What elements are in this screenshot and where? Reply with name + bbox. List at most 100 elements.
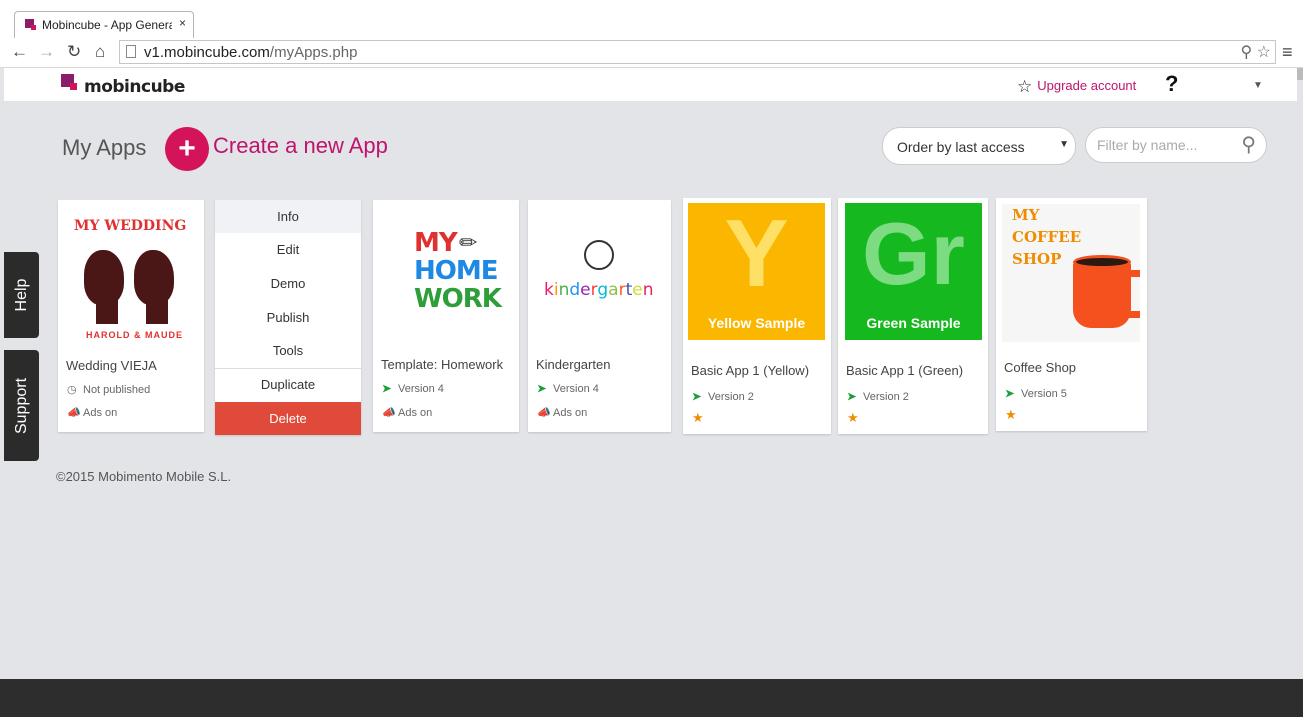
app-card-kindergarten[interactable]: kindergarten Kindergarten ➤ Version 4 📣 Ad… xyxy=(528,200,671,432)
zoom-icon[interactable]: ⚲ xyxy=(1240,44,1252,61)
favicon-icon xyxy=(25,19,36,30)
thumb-line3: WORK xyxy=(414,284,502,314)
app-thumbnail: Gr Green Sample xyxy=(845,203,982,340)
browser-tabbar: Mobincube - App Generat × xyxy=(0,0,1303,38)
mug-rim xyxy=(1073,255,1131,269)
mug-handle xyxy=(1124,270,1140,318)
version-text: Version 4 xyxy=(553,383,599,395)
menu-info[interactable]: Info xyxy=(215,200,361,233)
copyright-text: ©2015 Mobimento Mobile S.L. xyxy=(56,469,232,484)
app-thumbnail: MY COFFEE SHOP xyxy=(1002,204,1140,342)
mobincube-logo-icon[interactable] xyxy=(61,74,77,90)
app-name: Kindergarten xyxy=(536,357,611,372)
menu-publish[interactable]: Publish xyxy=(215,301,361,334)
ads-text: Ads on xyxy=(398,407,433,419)
app-card-green[interactable]: Gr Green Sample Basic App 1 (Green) ➤ Ver… xyxy=(838,198,988,434)
upgrade-account-link[interactable]: ☆ Upgrade account xyxy=(1017,77,1136,97)
support-tab-label: Support xyxy=(12,377,30,434)
help-side-tab[interactable]: Help xyxy=(4,252,39,338)
featured-star-icon: ★ xyxy=(847,410,859,425)
app-header: mobincube ☆ Upgrade account ? ▼ xyxy=(4,68,1297,101)
scrollbar-thumb[interactable] xyxy=(1297,68,1303,80)
page-icon xyxy=(126,45,136,58)
megaphone-icon: 📣 xyxy=(382,407,396,419)
support-side-tab[interactable]: Support xyxy=(4,350,39,461)
forward-arrow-icon[interactable]: → xyxy=(38,42,55,62)
app-thumbnail: MY HOME WORK ✏ xyxy=(377,204,515,344)
menu-edit[interactable]: Edit xyxy=(215,233,361,266)
star-outline-icon: ☆ xyxy=(1017,77,1033,96)
thumb-title: MY WEDDING xyxy=(74,218,187,234)
rocket-icon: ➤ xyxy=(692,391,702,403)
status-text: Not published xyxy=(83,384,151,396)
ads-status: 📣 Ads on xyxy=(537,406,587,419)
rocket-icon: ➤ xyxy=(537,383,547,395)
version-status: ➤ Version 2 xyxy=(692,390,754,403)
rocket-icon: ➤ xyxy=(847,391,857,403)
url-text[interactable]: v1.mobincube.com/myApps.php xyxy=(144,44,357,61)
back-arrow-icon[interactable]: ← xyxy=(11,42,28,62)
thumb-text: kindergarten xyxy=(544,280,654,300)
version-text: Version 5 xyxy=(1021,388,1067,400)
thumb-line1: MY xyxy=(1012,206,1040,224)
version-status: ➤ Version 2 xyxy=(847,390,909,403)
app-thumbnail: kindergarten xyxy=(528,204,671,344)
version-text: Version 2 xyxy=(863,391,909,403)
order-select[interactable]: Order by last access ▼ xyxy=(882,127,1076,165)
menu-tools[interactable]: Tools xyxy=(215,334,361,367)
help-question-button[interactable]: ? xyxy=(1165,71,1178,97)
home-icon[interactable]: ⌂ xyxy=(95,42,105,62)
pencil-icon: ✏ xyxy=(459,230,478,255)
filter-field[interactable]: ⚲ xyxy=(1085,127,1267,163)
thumb-line2: HOME xyxy=(414,256,498,286)
app-name: Basic App 1 (Green) xyxy=(846,363,964,378)
create-app-link[interactable]: Create a new App xyxy=(213,133,388,159)
app-name: Basic App 1 (Yellow) xyxy=(691,363,810,378)
app-name: Wedding VIEJA xyxy=(66,358,157,373)
menu-demo[interactable]: Demo xyxy=(215,267,361,300)
clock-icon: ◷ xyxy=(67,384,77,396)
featured-star-icon: ★ xyxy=(692,410,704,425)
app-card-wedding[interactable]: MY WEDDING HAROLD & MAUDE Wedding VIEJA … xyxy=(58,200,204,432)
address-bar[interactable]: v1.mobincube.com/myApps.php ⚲ ☆ xyxy=(119,40,1276,64)
thumb-subtitle: HAROLD & MAUDE xyxy=(86,330,183,340)
browser-menu-icon[interactable]: ≡ xyxy=(1282,42,1293,63)
menu-delete[interactable]: Delete xyxy=(215,402,361,435)
megaphone-icon: 📣 xyxy=(67,407,81,419)
featured-star-icon: ★ xyxy=(1005,407,1017,422)
app-card-coffee[interactable]: MY COFFEE SHOP Coffee Shop ➤ Version 5 ★ xyxy=(996,198,1147,431)
thumb-label: Green Sample xyxy=(866,315,961,331)
browser-tab[interactable]: Mobincube - App Generat × xyxy=(14,11,194,38)
dropdown-arrow-icon: ▼ xyxy=(1059,139,1069,150)
version-status: ➤ Version 5 xyxy=(1005,387,1067,400)
silhouette-left-neck xyxy=(96,296,118,324)
thumb-line1: MY xyxy=(414,228,458,258)
account-dropdown-caret-icon[interactable]: ▼ xyxy=(1253,80,1263,91)
bookmark-star-icon[interactable]: ☆ xyxy=(1257,44,1271,61)
reload-icon[interactable]: ↻ xyxy=(67,42,81,62)
rocket-icon: ➤ xyxy=(382,383,392,395)
filter-input[interactable] xyxy=(1095,136,1234,154)
logo-text[interactable]: mobincube xyxy=(84,77,185,97)
app-card-homework[interactable]: MY HOME WORK ✏ Template: Homework ➤ Versi… xyxy=(373,200,519,432)
version-text: Version 2 xyxy=(708,391,754,403)
ads-status: 📣 Ads on xyxy=(67,406,117,419)
smiley-face-icon xyxy=(584,240,614,270)
search-icon[interactable]: ⚲ xyxy=(1241,132,1256,157)
bottom-bar xyxy=(0,679,1303,717)
rocket-icon: ➤ xyxy=(1005,388,1015,400)
upgrade-label: Upgrade account xyxy=(1037,78,1137,93)
app-name: Coffee Shop xyxy=(1004,360,1077,375)
create-app-plus-button[interactable]: + xyxy=(165,127,209,171)
tab-close-button[interactable]: × xyxy=(179,16,186,30)
version-text: Version 4 xyxy=(398,383,444,395)
thumb-line2: COFFEE xyxy=(1012,228,1082,246)
app-card-yellow[interactable]: Y Yellow Sample Basic App 1 (Yellow) ➤ Ve… xyxy=(683,198,831,434)
ads-status: 📣 Ads on xyxy=(382,406,432,419)
version-status: ➤ Version 4 xyxy=(382,382,444,395)
menu-duplicate[interactable]: Duplicate xyxy=(215,368,361,401)
app-thumbnail: MY WEDDING HAROLD & MAUDE xyxy=(62,204,200,344)
coffee-mug-image xyxy=(1073,262,1131,328)
thumb-letter: Y xyxy=(724,200,789,307)
help-tab-label: Help xyxy=(12,278,30,312)
